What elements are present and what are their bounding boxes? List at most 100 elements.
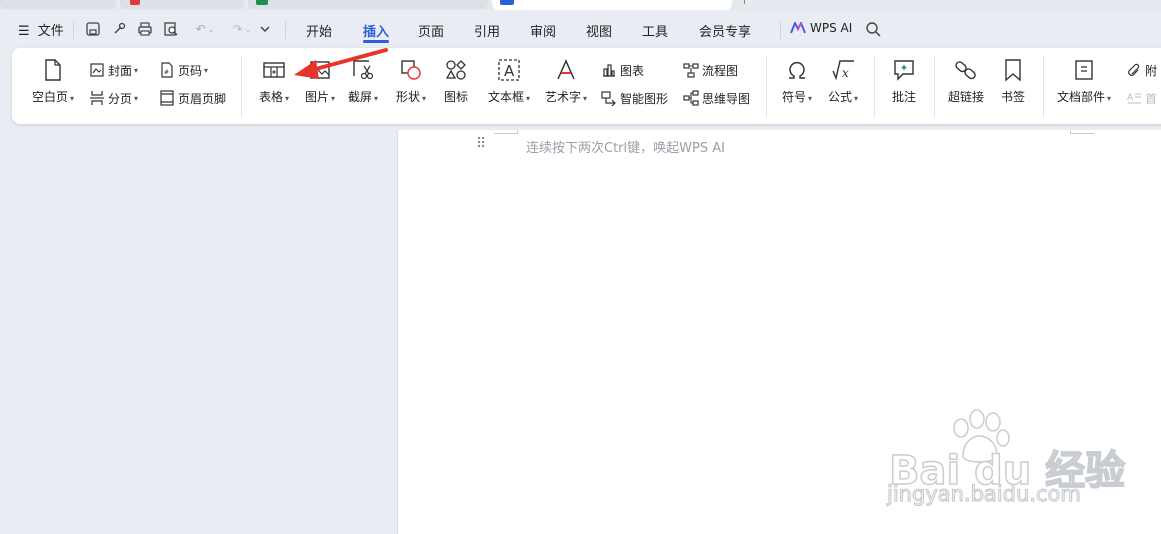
- wordart-button[interactable]: 艺术字 ▾: [539, 58, 593, 116]
- document-tab[interactable]: [120, 0, 244, 9]
- bookmark-icon: [1005, 59, 1021, 82]
- flowchart-button[interactable]: 流程图: [683, 61, 738, 79]
- header-footer-button[interactable]: 页眉页脚: [159, 89, 226, 107]
- save-icon[interactable]: [84, 20, 102, 38]
- document-tab-strip: [0, 0, 1161, 10]
- doc-parts-label: 文档部件: [1056, 90, 1105, 104]
- dropcap-icon: A: [1127, 93, 1141, 104]
- page-number-label: 页码: [178, 63, 203, 78]
- chart-button[interactable]: 图表: [601, 61, 644, 79]
- smartart-icon: [601, 91, 616, 106]
- search-icon[interactable]: [864, 20, 882, 38]
- divider: [73, 21, 74, 39]
- table-button[interactable]: 表格 ▾: [248, 58, 300, 116]
- tab-home[interactable]: 开始: [306, 21, 332, 40]
- chart-label: 图表: [620, 63, 645, 78]
- screenshot-button[interactable]: 截屏 ▾: [337, 58, 389, 116]
- wps-ai-label: WPS AI: [810, 21, 853, 35]
- page-number-button[interactable]: # 页码 ▾: [159, 61, 208, 79]
- document-tab[interactable]: [0, 0, 116, 9]
- icons-label: 图标: [443, 90, 468, 104]
- shapes-label: 形状: [395, 90, 420, 104]
- formula-button[interactable]: x 公式 ▾: [817, 58, 869, 116]
- ribbon-divider: [1043, 56, 1044, 118]
- redo-icon[interactable]: ↷ ⌄: [230, 20, 254, 38]
- icons-icon: [445, 60, 466, 80]
- ribbon-divider: [934, 56, 935, 118]
- svg-text:x: x: [842, 66, 849, 80]
- spreadsheet-tab-icon: [256, 0, 268, 5]
- more-chevron-icon[interactable]: [256, 20, 274, 38]
- blank-page-button[interactable]: 空白页 ▾: [26, 58, 80, 116]
- textbox-label: 文本框: [487, 90, 524, 104]
- tab-review[interactable]: 审阅: [530, 21, 556, 40]
- page-break-button[interactable]: 分页 ▾: [89, 89, 138, 107]
- ai-hint-placeholder[interactable]: 连续按下两次Ctrl键，唤起WPS AI: [526, 137, 725, 156]
- writer-tab-icon: [500, 0, 514, 5]
- attachment-label: 附: [1145, 63, 1158, 78]
- undo-icon[interactable]: ↶ ⌄: [190, 20, 220, 38]
- smartart-button[interactable]: 智能图形: [601, 89, 668, 107]
- tab-view[interactable]: 视图: [586, 21, 612, 40]
- insert-ribbon: 空白页 ▾ 封面 ▾ 分页 ▾ # 页码 ▾ 页眉页脚 表格 ▾ 图片 ▾ 截屏 ▾ 形状 ▾ …: [12, 48, 1161, 124]
- doc-parts-button[interactable]: 文档部件 ▾: [1052, 58, 1116, 116]
- mindmap-label: 思维导图: [702, 91, 751, 106]
- wordart-label: 艺术字: [544, 90, 581, 104]
- drag-handle-icon[interactable]: ⠿: [476, 137, 486, 151]
- mindmap-icon: [683, 90, 699, 106]
- divider: [285, 21, 286, 39]
- page-break-label: 分页: [108, 91, 133, 106]
- format-painter-icon[interactable]: [110, 20, 128, 38]
- file-menu-label: 文件: [37, 24, 64, 39]
- formula-icon: x: [832, 60, 854, 81]
- comment-label: 批注: [891, 90, 916, 104]
- print-icon[interactable]: [136, 20, 154, 38]
- print-preview-icon[interactable]: [162, 20, 180, 38]
- wps-ai-button[interactable]: WPS AI: [790, 21, 852, 35]
- symbol-label: 符号: [781, 90, 806, 104]
- doc-parts-icon: [1075, 60, 1093, 80]
- picture-icon: [310, 61, 330, 79]
- hamburger-icon: ☰: [18, 24, 30, 39]
- tab-insert[interactable]: 插入: [363, 21, 389, 40]
- watermark-url: jingyan.baidu.com: [886, 481, 1081, 506]
- attachment-button[interactable]: 附: [1126, 61, 1157, 79]
- comment-button[interactable]: 批注: [878, 58, 930, 116]
- new-tab-button[interactable]: [744, 0, 752, 4]
- icons-button[interactable]: 图标: [430, 58, 482, 116]
- header-footer-label: 页眉页脚: [178, 91, 227, 106]
- flowchart-label: 流程图: [702, 63, 739, 78]
- tab-tools[interactable]: 工具: [642, 21, 668, 40]
- divider: [780, 21, 781, 39]
- file-menu[interactable]: ☰ 文件: [18, 20, 64, 39]
- ribbon-divider: [241, 56, 242, 118]
- hyperlink-button[interactable]: 超链接: [940, 58, 992, 116]
- textbox-button[interactable]: A 文本框 ▾: [482, 58, 536, 116]
- flowchart-icon: [683, 63, 699, 78]
- screenshot-label: 截屏: [347, 90, 372, 104]
- tab-page[interactable]: 页面: [418, 21, 444, 40]
- wps-ai-icon: [790, 22, 806, 34]
- page-break-icon: [90, 91, 104, 105]
- baidu-jingyan-watermark: Bai du 经验 jingyan.baidu.com: [885, 408, 1126, 508]
- dropcap-button[interactable]: A 首: [1126, 89, 1157, 107]
- blank-page-icon: [45, 59, 61, 81]
- bookmark-button[interactable]: 书签: [987, 58, 1039, 116]
- hyperlink-label: 超链接: [947, 90, 984, 104]
- dropcap-label: 首: [1145, 91, 1158, 106]
- mindmap-button[interactable]: 思维导图: [683, 89, 750, 107]
- pdf-tab-icon: [130, 0, 140, 5]
- ribbon-divider: [874, 56, 875, 118]
- cover-button[interactable]: 封面 ▾: [89, 61, 138, 79]
- bookmark-label: 书签: [1000, 90, 1025, 104]
- tab-references[interactable]: 引用: [474, 21, 500, 40]
- symbol-button[interactable]: 符号 ▾: [771, 58, 823, 116]
- document-tab[interactable]: [248, 0, 488, 9]
- svg-text:A: A: [1127, 93, 1134, 103]
- tab-member[interactable]: 会员专享: [699, 21, 751, 40]
- textbox-icon: A: [498, 59, 520, 81]
- page-corner-marker: [494, 130, 518, 134]
- active-tab-indicator: [363, 40, 389, 43]
- document-tab-active[interactable]: [492, 0, 732, 10]
- wordart-icon: [557, 59, 575, 80]
